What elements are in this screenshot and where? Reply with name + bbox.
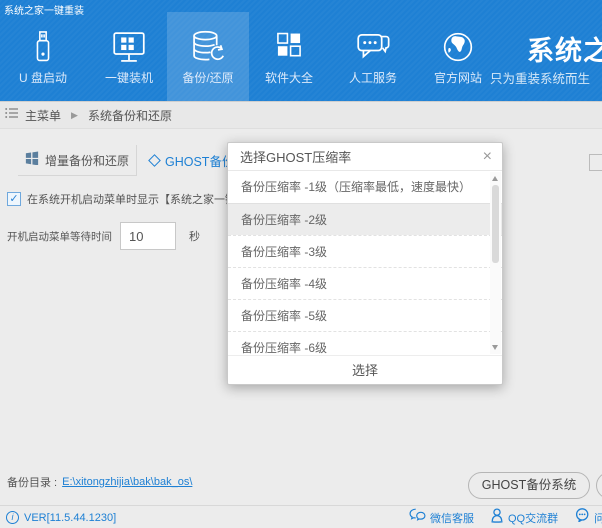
status-link-label: 微信客服: [430, 510, 474, 526]
toolbar-item-backup-restore[interactable]: 备份/还原: [167, 12, 249, 101]
info-icon: [6, 511, 19, 524]
toolbar-item-label: 软件大全: [265, 69, 313, 86]
app-window: 系统之家一键重装 U 盘启动: [0, 0, 602, 528]
select-button[interactable]: 选择: [228, 355, 502, 384]
status-bar: VER[11.5.44.1230] 微信客服 QQ交流群: [0, 505, 602, 528]
tab-label: 增量备份和还原: [45, 152, 129, 169]
wechat-icon: [409, 508, 426, 527]
version-info[interactable]: VER[11.5.44.1230]: [6, 506, 116, 528]
toolbar-item-label: U 盘启动: [19, 69, 67, 86]
status-link-label: QQ交流群: [508, 510, 558, 526]
toolbar-item-label: 人工服务: [349, 69, 397, 86]
boot-menu-checkbox-label: 在系统开机启动菜单时显示【系统之家一键重: [27, 191, 247, 207]
toolbar-item-software-collection[interactable]: 软件大全: [248, 12, 330, 101]
dialog-title: 选择GHOST压缩率: [240, 147, 483, 166]
dialog-scrollbar[interactable]: [490, 172, 501, 354]
compression-option-1[interactable]: 备份压缩率 -1级（压缩率最低，速度最快）: [228, 171, 502, 203]
qq-icon: [490, 508, 504, 528]
toolbar-item-label: 官方网站: [434, 69, 482, 86]
boot-wait-time-setting: 开机启动菜单等待时间 秒: [7, 221, 200, 251]
status-link-label: 问: [594, 510, 602, 526]
tab-ghost-backup[interactable]: GHOST备份: [150, 145, 234, 176]
wait-time-unit: 秒: [189, 228, 200, 244]
qq-group-link[interactable]: QQ交流群: [490, 506, 558, 528]
tab-incremental-backup[interactable]: 增量备份和还原: [18, 145, 137, 176]
tab-label: GHOST备份: [165, 151, 234, 170]
ghost-backup-system-button[interactable]: GHOST备份系统: [468, 472, 590, 499]
compression-option-4[interactable]: 备份压缩率 -4级: [228, 267, 502, 299]
ghost-diamond-icon: [148, 154, 161, 167]
question-feedback-link[interactable]: 问: [575, 506, 602, 528]
ghost-compression-dialog: 选择GHOST压缩率 × 备份压缩率 -1级（压缩率最低，速度最快） 备份压缩率…: [227, 142, 503, 385]
version-text: VER[11.5.44.1230]: [24, 512, 116, 524]
windows-grid-icon: [25, 151, 39, 170]
backup-directory-row: 备份目录 : E:\xitongzhijia\bak\bak_os\: [7, 474, 192, 490]
brand-slogan: 只为重装系统而生: [490, 68, 590, 87]
main-toolbar: U 盘启动 一键装机: [0, 12, 500, 101]
monitor-install-icon: [108, 25, 150, 69]
scrollbar-thumb[interactable]: [492, 185, 499, 263]
compression-options-list: 备份压缩率 -1级（压缩率最低，速度最快） 备份压缩率 -2级 备份压缩率 -3…: [228, 171, 502, 355]
wechat-service-link[interactable]: 微信客服: [409, 506, 474, 528]
clipped-button-right-edge[interactable]: [596, 472, 602, 499]
backup-dir-label: 备份目录 :: [7, 474, 57, 490]
scroll-up-icon[interactable]: [492, 176, 498, 181]
toolbar-item-label: 备份/还原: [182, 69, 233, 86]
backup-dir-link[interactable]: E:\xitongzhijia\bak\bak_os\: [62, 476, 192, 488]
compression-option-6[interactable]: 备份压缩率 -6级: [228, 331, 502, 355]
boot-menu-checkbox[interactable]: ✓: [7, 192, 21, 206]
toolbar-item-usb-boot[interactable]: U 盘启动: [2, 12, 84, 101]
dialog-header: 选择GHOST压缩率 ×: [228, 143, 502, 171]
wait-time-input[interactable]: [120, 222, 176, 250]
toolbar-item-one-click-install[interactable]: 一键装机: [88, 12, 170, 101]
compression-option-5[interactable]: 备份压缩率 -5级: [228, 299, 502, 331]
scroll-down-icon[interactable]: [492, 345, 498, 350]
toolbar-item-official-website[interactable]: 官方网站: [417, 12, 499, 101]
compression-option-3[interactable]: 备份压缩率 -3级: [228, 235, 502, 267]
database-restore-icon: [187, 25, 229, 69]
close-icon[interactable]: ×: [483, 149, 492, 165]
usb-drive-icon: [24, 25, 62, 69]
chat-service-icon: [352, 25, 394, 69]
menu-list-icon: [5, 106, 19, 124]
toolbar-item-label: 一键装机: [105, 69, 153, 86]
boot-menu-display-option: ✓ 在系统开机启动菜单时显示【系统之家一键重: [7, 191, 247, 207]
brand-logo: 系统之家: [527, 29, 602, 68]
breadcrumb-current: 系统备份和还原: [88, 107, 172, 124]
breadcrumb: 主菜单 ▶ 系统备份和还原: [0, 101, 602, 129]
app-header: 系统之家一键重装 U 盘启动: [0, 0, 602, 101]
compression-option-2[interactable]: 备份压缩率 -2级: [228, 203, 502, 235]
globe-icon: [438, 25, 478, 69]
clipped-panel-right-edge: [589, 154, 602, 171]
toolbar-item-human-service[interactable]: 人工服务: [332, 12, 414, 101]
breadcrumb-separator-icon: ▶: [71, 110, 78, 121]
chat-dots-icon: [575, 508, 590, 527]
wait-time-label: 开机启动菜单等待时间: [7, 229, 112, 244]
check-icon: ✓: [9, 194, 18, 205]
breadcrumb-main-menu[interactable]: 主菜单: [25, 107, 61, 124]
apps-grid-icon: [270, 25, 308, 69]
